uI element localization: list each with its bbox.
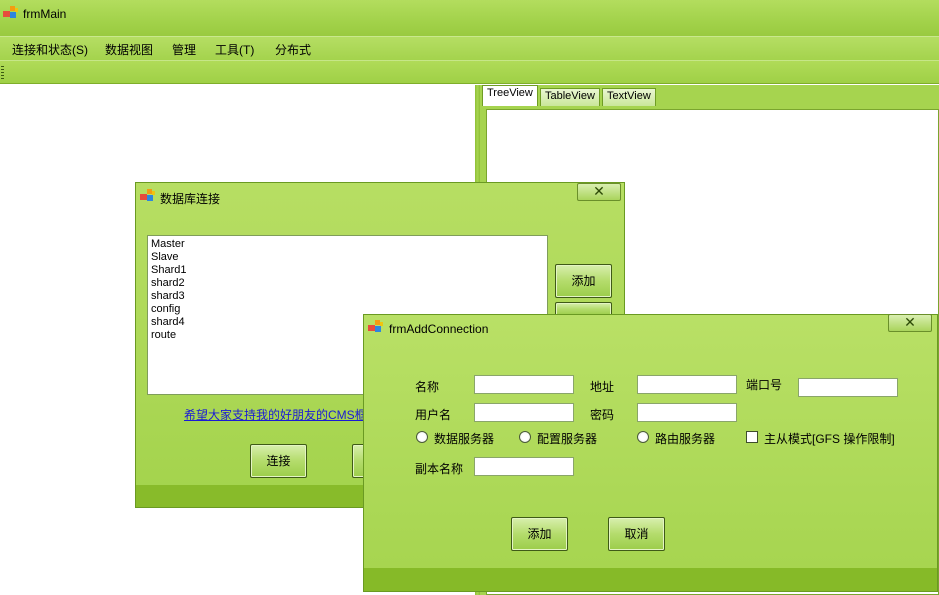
password-label: 密码 — [590, 408, 615, 422]
tab-textview[interactable]: TextView — [602, 88, 656, 106]
port-label: 端口号 — [746, 378, 783, 392]
add-dialog-status-strip — [364, 568, 937, 591]
password-input[interactable] — [637, 403, 737, 422]
list-item[interactable]: Slave — [151, 251, 544, 264]
port-input[interactable] — [798, 378, 898, 397]
add-dialog-title: frmAddConnection — [389, 322, 489, 336]
list-item[interactable]: shard3 — [151, 290, 544, 303]
toolbar-grip-icon[interactable] — [1, 66, 4, 79]
master-slave-checkbox[interactable] — [746, 431, 758, 443]
view-tabstrip: TreeView TableView TextView — [480, 85, 939, 106]
main-title-bar: frmMain — [0, 0, 939, 36]
cms-link[interactable]: 希望大家支持我的好朋友的CMS框 — [184, 406, 367, 423]
address-input[interactable] — [637, 375, 737, 394]
toolbar — [0, 60, 939, 84]
list-item[interactable]: shard2 — [151, 277, 544, 290]
tab-tableview[interactable]: TableView — [540, 88, 600, 106]
radio-data-server[interactable] — [416, 431, 428, 443]
username-label: 用户名 — [415, 408, 452, 422]
list-item[interactable]: Master — [151, 238, 544, 251]
menu-data-view[interactable]: 数据视图 — [105, 41, 153, 58]
radio-config-server-label: 配置服务器 — [537, 432, 598, 446]
db-dialog-icon — [140, 189, 155, 201]
master-slave-label: 主从模式[GFS 操作限制] — [764, 432, 895, 446]
name-input[interactable] — [474, 375, 574, 394]
add-dialog-icon — [368, 320, 383, 332]
db-dialog-close-button[interactable]: ✕ — [577, 183, 621, 201]
db-add-button[interactable]: 添加 — [555, 264, 612, 298]
db-dialog-title: 数据库连接 — [160, 192, 221, 206]
menu-distributed[interactable]: 分布式 — [275, 41, 311, 58]
radio-data-server-label: 数据服务器 — [434, 432, 495, 446]
name-label: 名称 — [415, 380, 440, 394]
db-connect-button[interactable]: 连接 — [250, 444, 307, 478]
radio-route-server[interactable] — [637, 431, 649, 443]
radio-config-server[interactable] — [519, 431, 531, 443]
add-connection-add-button[interactable]: 添加 — [511, 517, 568, 551]
address-label: 地址 — [590, 380, 615, 394]
replica-label: 副本名称 — [415, 462, 464, 476]
replica-input[interactable] — [474, 457, 574, 476]
main-window-title: frmMain — [23, 7, 67, 21]
username-input[interactable] — [474, 403, 574, 422]
menu-tools[interactable]: 工具(T) — [215, 41, 254, 58]
menu-manage[interactable]: 管理 — [172, 41, 196, 58]
list-item[interactable]: Shard1 — [151, 264, 544, 277]
add-dialog-close-button[interactable]: ✕ — [888, 314, 932, 332]
tab-treeview[interactable]: TreeView — [482, 85, 538, 106]
radio-route-server-label: 路由服务器 — [655, 432, 716, 446]
add-connection-cancel-button[interactable]: 取消 — [608, 517, 665, 551]
menu-bar: 连接和状态(S) 数据视图 管理 工具(T) 分布式 — [0, 36, 939, 60]
menu-connection-status[interactable]: 连接和状态(S) — [12, 41, 88, 58]
app-icon — [3, 6, 18, 18]
